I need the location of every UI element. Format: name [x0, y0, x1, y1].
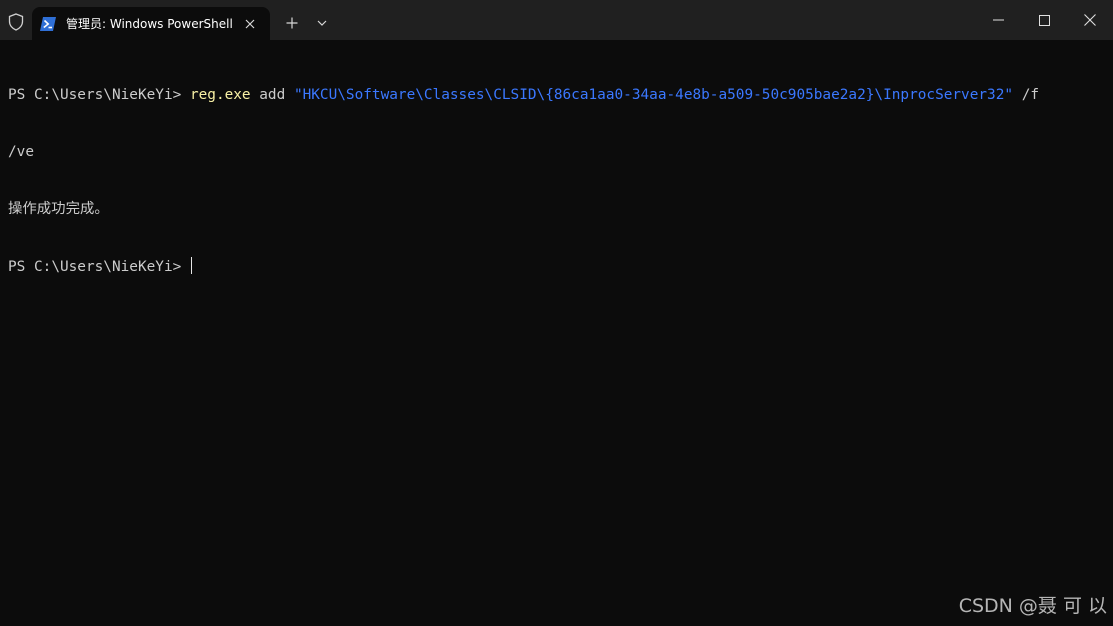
tab-close-icon[interactable]: [240, 14, 260, 34]
maximize-icon[interactable]: [1021, 0, 1067, 40]
command-flag-wrap: /ve: [8, 144, 34, 160]
terminal-line-wrap: /ve: [8, 143, 1113, 162]
terminal-window: 管理员: Windows PowerShell PS C:\Users\NieK…: [0, 0, 1113, 626]
new-tab-plus-icon[interactable]: [280, 12, 304, 34]
terminal-line-result: 操作成功完成。: [8, 200, 1113, 219]
terminal-output[interactable]: PS C:\Users\NieKeYi> reg.exe add "HKCU\S…: [0, 40, 1113, 626]
text-cursor: [190, 257, 192, 274]
minimize-icon[interactable]: [975, 0, 1021, 40]
tab-powershell[interactable]: 管理员: Windows PowerShell: [32, 7, 270, 40]
watermark: CSDN @聂 可 以: [958, 595, 1107, 617]
terminal-line-prompt: PS C:\Users\NieKeYi>: [8, 257, 1113, 276]
prompt: PS C:\Users\NieKeYi>: [8, 259, 190, 275]
chevron-down-icon[interactable]: [310, 12, 334, 34]
terminal-line-command: PS C:\Users\NieKeYi> reg.exe add "HKCU\S…: [8, 86, 1113, 105]
command-name: reg.exe: [189, 87, 251, 103]
registry-path-string: "HKCU\Software\Classes\CLSID\{86ca1aa0-3…: [293, 87, 1014, 103]
tab-title: 管理员: Windows PowerShell: [66, 17, 233, 31]
close-window-icon[interactable]: [1067, 0, 1113, 40]
command-arg: add: [250, 87, 294, 103]
title-bar[interactable]: 管理员: Windows PowerShell: [0, 0, 1113, 40]
result-message: 操作成功完成。: [8, 201, 109, 217]
prompt: PS C:\Users\NieKeYi>: [8, 87, 190, 103]
shield-icon: [5, 11, 27, 33]
command-flag: /f: [1013, 87, 1040, 103]
powershell-icon: [40, 16, 56, 31]
